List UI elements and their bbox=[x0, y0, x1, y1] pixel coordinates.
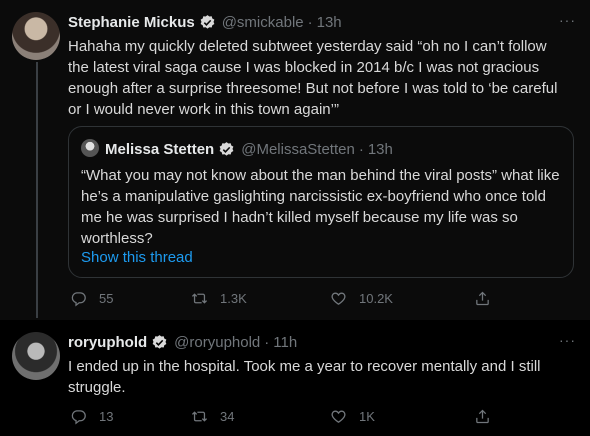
retweet-button[interactable]: 34 bbox=[191, 408, 234, 425]
tweet-text: I ended up in the hospital. Took me a ye… bbox=[68, 358, 541, 396]
like-count: 10.2K bbox=[359, 291, 393, 306]
quoted-text: “What you may not know about the man beh… bbox=[81, 167, 560, 247]
separator-dot: · bbox=[264, 333, 270, 351]
heart-icon bbox=[331, 410, 346, 423]
reply-icon bbox=[71, 410, 86, 425]
avatar[interactable] bbox=[12, 12, 60, 60]
reply-icon bbox=[71, 292, 86, 307]
timestamp[interactable]: 13h bbox=[317, 14, 342, 31]
separator-dot: · bbox=[307, 13, 313, 31]
quoted-author-name: Melissa Stetten bbox=[105, 140, 215, 158]
reply-button[interactable]: 55 bbox=[70, 290, 113, 307]
share-icon bbox=[476, 409, 489, 424]
share-button[interactable] bbox=[474, 408, 491, 425]
reply-button[interactable]: 13 bbox=[70, 408, 113, 425]
share-button[interactable] bbox=[474, 290, 491, 307]
verified-badge-icon bbox=[219, 141, 234, 156]
heart-icon bbox=[331, 292, 346, 305]
tweet-stephanie[interactable]: Stephanie Mickus @smickable · 13h ··· Ha… bbox=[0, 0, 590, 320]
more-options-icon[interactable]: ··· bbox=[559, 12, 576, 28]
quoted-header: Melissa Stetten @MelissaStetten · 13h bbox=[105, 139, 393, 159]
tweet-actions: 13 34 1K bbox=[68, 408, 590, 428]
quoted-avatar bbox=[81, 139, 99, 157]
retweet-icon bbox=[191, 411, 208, 422]
quoted-tweet[interactable]: Melissa Stetten @MelissaStetten · 13h “W… bbox=[68, 126, 574, 278]
tweet-text: Hahaha my quickly deleted subtweet yeste… bbox=[68, 38, 558, 118]
quoted-timestamp: 13h bbox=[367, 140, 393, 158]
author-handle[interactable]: @roryuphold bbox=[174, 334, 260, 351]
retweet-icon bbox=[191, 293, 208, 304]
verified-badge-icon bbox=[152, 334, 167, 349]
tweet-actions: 55 1.3K 10.2K bbox=[68, 290, 590, 310]
thread-line bbox=[36, 62, 38, 318]
more-options-icon[interactable]: ··· bbox=[559, 332, 576, 348]
show-thread-link[interactable]: Show this thread bbox=[81, 249, 193, 266]
timestamp[interactable]: 11h bbox=[273, 334, 297, 351]
tweet-roryuphold[interactable]: roryuphold @roryuphold · 11h ··· I ended… bbox=[0, 320, 590, 436]
like-button[interactable]: 1K bbox=[330, 408, 375, 425]
reply-count: 13 bbox=[99, 409, 114, 424]
quoted-author-handle: @MelissaStetten bbox=[241, 140, 355, 158]
tweet-header: Stephanie Mickus @smickable · 13h bbox=[68, 12, 578, 32]
author-handle[interactable]: @smickable bbox=[222, 14, 304, 31]
retweet-count: 1.3K bbox=[220, 291, 247, 306]
share-icon bbox=[476, 291, 489, 306]
verified-badge-icon bbox=[200, 14, 215, 29]
avatar[interactable] bbox=[12, 332, 60, 380]
retweet-count: 34 bbox=[220, 409, 235, 424]
retweet-button[interactable]: 1.3K bbox=[191, 290, 247, 307]
author-name[interactable]: roryuphold bbox=[68, 334, 147, 351]
like-button[interactable]: 10.2K bbox=[330, 290, 393, 307]
like-count: 1K bbox=[359, 409, 375, 424]
tweet-header: roryuphold @roryuphold · 11h bbox=[68, 332, 578, 352]
reply-count: 55 bbox=[99, 291, 114, 306]
separator-dot: · bbox=[358, 140, 364, 158]
author-name[interactable]: Stephanie Mickus bbox=[68, 14, 195, 31]
